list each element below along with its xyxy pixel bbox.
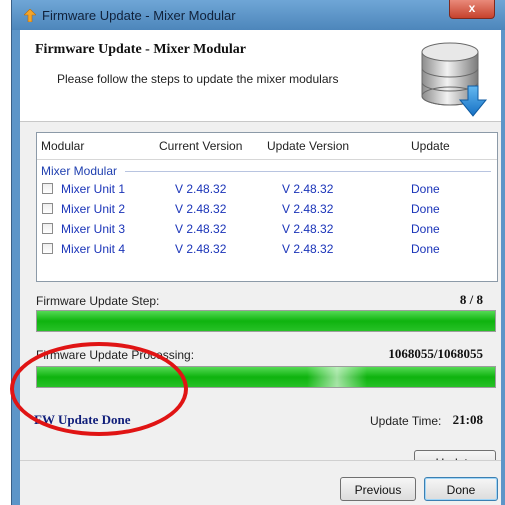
row-update-version: V 2.48.32	[282, 242, 334, 256]
column-update[interactable]: Update	[411, 139, 450, 153]
processing-count: 1068055/1068055	[388, 346, 483, 361]
row-checkbox[interactable]	[42, 183, 53, 194]
close-button[interactable]: x	[449, 0, 495, 19]
update-time-label: Update Time:	[370, 414, 442, 428]
window-title: Firmware Update - Mixer Modular	[42, 8, 236, 23]
progress-shine	[307, 367, 367, 387]
row-current-version: V 2.48.32	[175, 242, 227, 256]
table-row[interactable]: Mixer Unit 1 V 2.48.32 V 2.48.32 Done	[37, 180, 497, 200]
row-status: Done	[411, 222, 440, 236]
group-label: Mixer Modular	[41, 164, 118, 178]
page-subtitle: Please follow the steps to update the mi…	[57, 72, 339, 86]
row-checkbox[interactable]	[42, 203, 53, 214]
processing-progress-fill	[37, 367, 495, 387]
row-current-version: V 2.48.32	[175, 202, 227, 216]
row-name: Mixer Unit 1	[61, 182, 126, 196]
close-icon: x	[468, 1, 476, 15]
modular-list[interactable]: Modular Current Version Update Version U…	[36, 132, 498, 282]
row-name: Mixer Unit 2	[61, 202, 126, 216]
database-download-icon	[421, 42, 488, 117]
dialog-window: Firmware Update - Mixer Modular x Firmwa…	[11, 0, 505, 505]
row-update-version: V 2.48.32	[282, 202, 334, 216]
row-name: Mixer Unit 4	[61, 242, 126, 256]
update-time-value: 21:08	[452, 412, 483, 427]
row-checkbox[interactable]	[42, 223, 53, 234]
row-status: Done	[411, 182, 440, 196]
row-name: Mixer Unit 3	[61, 222, 126, 236]
dialog-client: Firmware Update - Mixer Modular Please f…	[20, 30, 501, 505]
done-button[interactable]: Done	[424, 477, 498, 501]
list-header: Modular Current Version Update Version U…	[37, 133, 497, 160]
row-current-version: V 2.48.32	[175, 182, 227, 196]
processing-progress-bar	[36, 366, 496, 388]
column-current-version[interactable]: Current Version	[159, 139, 242, 153]
table-row[interactable]: Mixer Unit 3 V 2.48.32 V 2.48.32 Done	[37, 220, 497, 240]
dialog-footer: Previous Done	[20, 461, 501, 505]
step-label: Firmware Update Step:	[36, 294, 160, 308]
row-checkbox[interactable]	[42, 243, 53, 254]
status-message: FW Update Done	[34, 412, 131, 427]
table-row[interactable]: Mixer Unit 2 V 2.48.32 V 2.48.32 Done	[37, 200, 497, 220]
dialog-body: Modular Current Version Update Version U…	[20, 122, 501, 474]
step-progress-bar	[36, 310, 496, 332]
row-status: Done	[411, 242, 440, 256]
previous-button[interactable]: Previous	[340, 477, 416, 501]
row-update-version: V 2.48.32	[282, 222, 334, 236]
table-row[interactable]: Mixer Unit 4 V 2.48.32 V 2.48.32 Done	[37, 240, 497, 260]
page-title: Firmware Update - Mixer Modular	[35, 42, 246, 57]
group-divider	[125, 171, 491, 172]
column-modular[interactable]: Modular	[41, 139, 84, 153]
app-icon	[24, 9, 36, 22]
title-bar[interactable]: Firmware Update - Mixer Modular x	[12, 0, 505, 30]
step-count: 8 / 8	[459, 292, 483, 307]
row-status: Done	[411, 202, 440, 216]
row-update-version: V 2.48.32	[282, 182, 334, 196]
processing-label: Firmware Update Processing:	[36, 348, 195, 362]
column-update-version[interactable]: Update Version	[267, 139, 349, 153]
row-current-version: V 2.48.32	[175, 222, 227, 236]
step-progress-fill	[37, 311, 495, 331]
